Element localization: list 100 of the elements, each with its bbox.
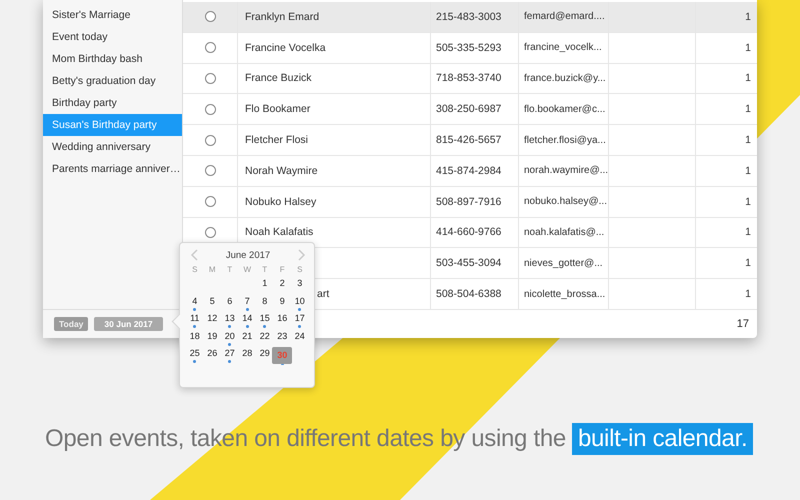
calendar-day[interactable]: 22 [260, 330, 270, 342]
count-cell: 1 [745, 226, 751, 238]
table-row[interactable]: Francine Vocelka 505-335-5293 francine_vocelk... 1 [183, 32, 757, 64]
name-cell: Norah Waymire [245, 164, 318, 177]
calendar-day[interactable]: 29 [260, 347, 270, 360]
phone-cell: 414-660-9766 [436, 226, 502, 238]
name-cell: Franklyn Emard [245, 10, 320, 23]
radio-button[interactable] [204, 42, 216, 54]
radio-button[interactable] [204, 196, 216, 208]
sidebar-item[interactable]: Parents marriage anniver… [43, 158, 182, 180]
calendar-day[interactable]: 10 [294, 294, 305, 308]
calendar-day[interactable]: 26 [207, 347, 218, 360]
count-cell: 1 [745, 10, 751, 23]
email-cell: francine_vocelk... [524, 42, 602, 54]
name-cell: Flo Bookamer [245, 103, 310, 116]
weekday-label: F [278, 264, 286, 276]
email-cell: nieves_gotter@... [524, 258, 603, 269]
sidebar-item[interactable]: Sister's Marriage [43, 4, 182, 26]
count-cell: 1 [745, 257, 751, 270]
table-row[interactable]: Fletcher Flosi 815-426-5657 fletcher.flosi@ya... 1 [183, 125, 757, 156]
phone-cell: 718-853-3740 [436, 72, 502, 84]
count-cell: 1 [745, 196, 751, 208]
calendar-day[interactable]: 11 [190, 312, 200, 325]
email-cell: nicolette_brossa... [524, 288, 606, 300]
weekday-label: M [208, 264, 217, 276]
calendar-day[interactable]: 15 [260, 312, 270, 325]
sidebar-item[interactable]: Birthday party [43, 92, 182, 114]
weekday-label: S [191, 264, 198, 276]
count-cell: 1 [745, 72, 751, 84]
table-row[interactable]: Flo Bookamer 308-250-6987 flo.bookamer@c... 1 [183, 94, 757, 126]
phone-cell: 415-874-2984 [436, 164, 502, 177]
count-cell: 1 [745, 42, 751, 54]
calendar-day[interactable]: 4 [192, 294, 198, 308]
caption-highlight: built-in calendar. [572, 423, 754, 455]
name-cell: Noah Kalafatis [245, 226, 314, 238]
radio-button[interactable] [204, 104, 216, 115]
radio-button[interactable] [204, 11, 216, 22]
phone-cell: 505-335-5293 [436, 42, 502, 54]
email-cell: france.buzick@y... [524, 72, 606, 84]
calendar-day[interactable]: 17 [294, 312, 305, 325]
weekday-label: T [226, 264, 234, 276]
calendar-day[interactable]: 13 [224, 312, 235, 325]
phone-cell: 508-504-6388 [436, 288, 502, 300]
calendar-day[interactable]: 19 [207, 330, 218, 342]
calendar-day[interactable]: 21 [242, 330, 252, 342]
weekday-label: S [296, 264, 304, 276]
total-count: 17 [736, 318, 749, 330]
table-row[interactable]: Norah Waymire 415-874-2984 norah.waymire@... 1 [183, 156, 757, 187]
radio-button[interactable] [204, 165, 216, 176]
sidebar-item[interactable]: Mom Birthday bash [43, 48, 182, 70]
email-cell: noah.kalafatis@... [524, 226, 604, 238]
calendar-day[interactable]: 1 [262, 277, 268, 290]
count-cell: 1 [745, 134, 751, 146]
calendar-day[interactable]: 3 [297, 277, 302, 290]
radio-button[interactable] [204, 134, 216, 146]
calendar-day[interactable]: 16 [277, 312, 288, 325]
calendar-day[interactable]: 12 [207, 312, 218, 325]
table-row[interactable]: Franklyn Emard 215-483-3003 femard@emard.... 1 [183, 2, 757, 33]
name-cell: Francine Vocelka [245, 42, 326, 54]
name-cell: Nobuko Halsey [245, 196, 316, 208]
sidebar-item[interactable]: Betty's graduation day [43, 70, 182, 92]
phone-cell: 508-897-7916 [436, 196, 502, 208]
calendar-day[interactable]: 23 [277, 330, 288, 342]
email-cell: femard@emard.... [524, 11, 605, 22]
calendar-day[interactable]: 28 [242, 347, 252, 360]
table-row[interactable]: Nobuko Halsey 508-897-7916 nobuko.halsey@... 1 [183, 186, 757, 218]
month-title: June 2017 [226, 250, 270, 260]
email-cell: flo.bookamer@c... [524, 104, 606, 115]
weekday-label: T [261, 264, 268, 276]
email-cell: norah.waymire@... [524, 165, 608, 176]
table-row[interactable]: France Buzick 718-853-3740 france.buzick@y... 1 [183, 64, 757, 94]
radio-button[interactable] [204, 72, 216, 84]
email-cell: nobuko.halsey@... [524, 196, 607, 208]
calendar-day[interactable]: 7 [244, 294, 250, 308]
radio-button[interactable] [204, 226, 216, 238]
calendar-day[interactable]: 24 [294, 330, 305, 342]
phone-cell: 815-426-5657 [436, 134, 502, 146]
count-cell: 1 [745, 164, 751, 177]
phone-cell: 503-455-3094 [436, 257, 502, 270]
name-cell: Fletcher Flosi [245, 134, 308, 146]
calendar-day[interactable]: 27 [224, 347, 235, 360]
sidebar-item[interactable]: Wedding anniversary [43, 136, 182, 158]
email-cell: fletcher.flosi@ya... [524, 134, 606, 146]
calendar-day[interactable]: 20 [224, 330, 235, 342]
calendar-day[interactable]: 5 [210, 294, 215, 308]
count-cell: 1 [745, 103, 751, 116]
phone-cell: 308-250-6987 [436, 103, 502, 116]
phone-cell: 215-483-3003 [436, 10, 502, 23]
calendar-day[interactable]: 2 [280, 277, 285, 290]
calendar-day[interactable]: 14 [242, 312, 252, 325]
sidebar-item[interactable]: Event today [43, 26, 182, 48]
calendar-day[interactable]: 9 [280, 294, 285, 308]
name-cell: France Buzick [245, 72, 312, 84]
calendar-day[interactable]: 18 [190, 330, 200, 342]
calendar-day[interactable]: 6 [227, 294, 232, 308]
weekday-label: W [242, 264, 252, 276]
count-cell: 1 [745, 288, 751, 300]
name-cell: art [317, 288, 330, 300]
calendar-day[interactable]: 25 [190, 347, 200, 360]
calendar-day[interactable]: 8 [262, 294, 268, 308]
